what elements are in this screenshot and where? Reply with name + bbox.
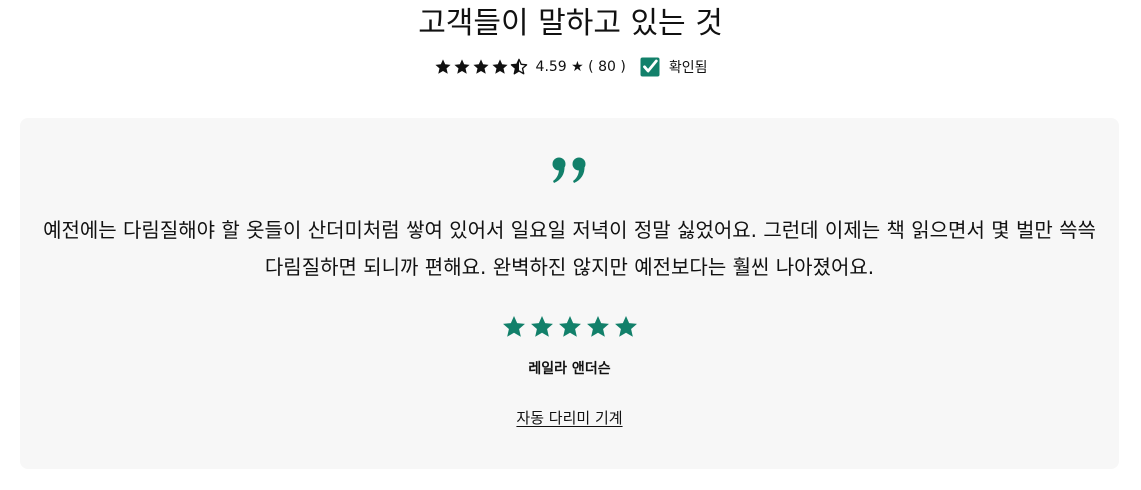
product-link[interactable]: 자동 다리미 기계 bbox=[516, 409, 622, 427]
rating-star-glyph: ★ bbox=[571, 59, 584, 75]
star-icon bbox=[502, 315, 525, 337]
review-card: 예전에는 다림질해야 할 옷들이 산더미처럼 쌓여 있어서 일요일 저녁이 정말… bbox=[20, 118, 1119, 469]
review-star-rating bbox=[20, 314, 1119, 340]
review-text: 예전에는 다림질해야 할 옷들이 산더미처럼 쌓여 있어서 일요일 저녁이 정말… bbox=[43, 218, 1096, 279]
verified-badge: 확인됨 bbox=[640, 57, 708, 77]
half-star-icon bbox=[510, 58, 527, 75]
verified-check-icon bbox=[640, 57, 660, 77]
average-rating: 4.59 bbox=[535, 59, 567, 75]
star-icon bbox=[558, 315, 581, 337]
reviewer-name: 레일라 앤더슨 bbox=[528, 361, 611, 377]
summary-star-rating bbox=[434, 58, 528, 76]
star-icon bbox=[614, 315, 637, 337]
section-title: 고객들이 말하고 있는 것 bbox=[418, 6, 723, 41]
verified-label: 확인됨 bbox=[668, 60, 708, 76]
review-count: ( 80 ) bbox=[588, 59, 626, 75]
product-link-container: 자동 다리미 기계 bbox=[20, 407, 1119, 429]
star-icon bbox=[530, 315, 553, 337]
quote-icon bbox=[552, 157, 586, 183]
star-icon bbox=[453, 59, 470, 74]
star-icon bbox=[586, 315, 609, 337]
star-icon bbox=[491, 59, 508, 74]
star-icon bbox=[434, 59, 451, 74]
star-icon bbox=[472, 59, 489, 74]
rating-summary-text: 4.59 ★ ( 80 ) bbox=[536, 59, 626, 75]
rating-summary: 4.59 ★ ( 80 ) 확인됨 bbox=[0, 54, 1141, 80]
